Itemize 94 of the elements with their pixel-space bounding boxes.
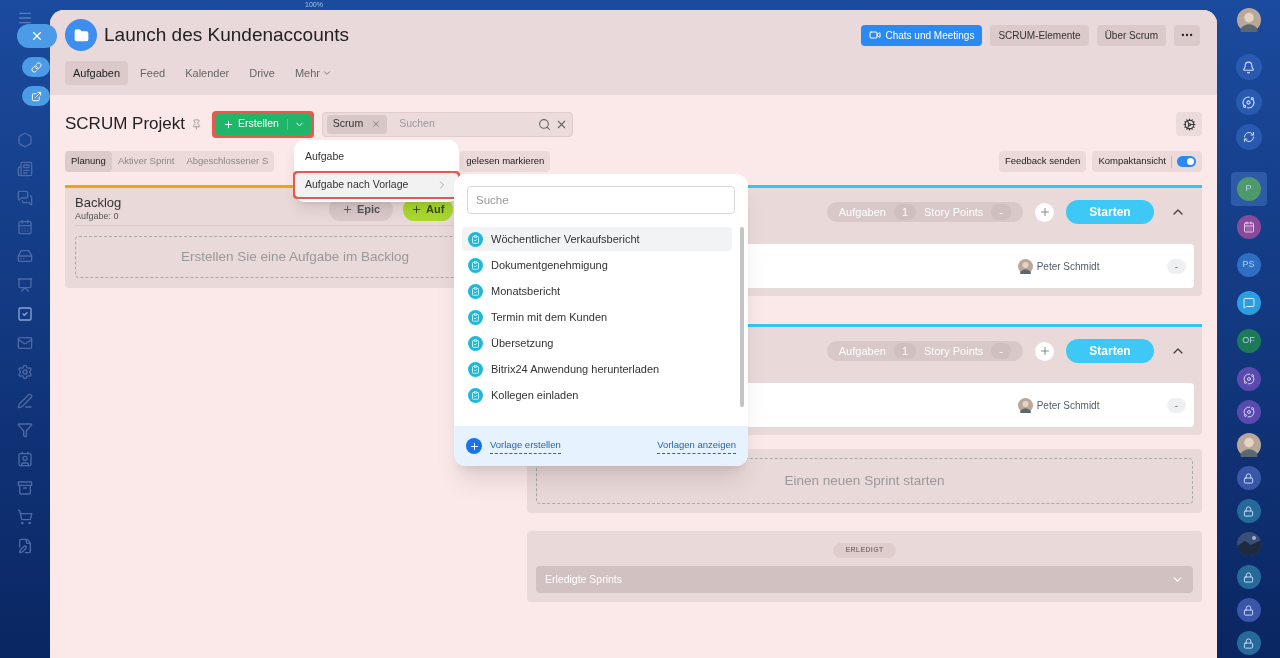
document-icon[interactable] (17, 538, 33, 554)
header-button[interactable]: SCRUM-Elemente (990, 24, 1089, 46)
external-link-icon (30, 90, 42, 102)
add-task-button[interactable] (1035, 341, 1054, 361)
avatar-icon (1017, 258, 1033, 274)
nav-tab[interactable]: Kalender (177, 61, 238, 85)
header-button[interactable]: Über Scrum (1096, 24, 1166, 46)
link-button[interactable] (22, 57, 50, 77)
add-task-button[interactable] (1035, 202, 1054, 222)
nav-tab[interactable]: Drive (241, 61, 283, 85)
template-icon (468, 231, 483, 247)
mark-read-button[interactable]: gelesen markieren (460, 151, 551, 172)
lock-icon[interactable] (1236, 631, 1261, 655)
template-icon (468, 335, 483, 351)
search-field[interactable]: Scrum Suchen (321, 111, 573, 137)
lock-icon[interactable] (1236, 466, 1261, 490)
template-item[interactable]: Termin mit dem Kunden (462, 305, 732, 329)
close-button[interactable] (17, 24, 57, 48)
checkbox-icon[interactable] (17, 306, 33, 322)
settings-button[interactable] (1176, 112, 1202, 136)
newspaper-icon[interactable] (17, 161, 33, 177)
add-template-icon[interactable] (466, 438, 482, 454)
plus-icon (341, 204, 353, 215)
plus-icon (1038, 206, 1051, 218)
nav-tab[interactable]: Aufgaben (65, 61, 129, 85)
filter-tag[interactable]: Scrum (326, 114, 388, 134)
gear-icon (1182, 117, 1196, 131)
plus-icon (1038, 345, 1051, 357)
template-icon (468, 309, 483, 325)
backlog-title: Backlog (75, 195, 122, 210)
plus-icon (222, 118, 234, 130)
settings-icon[interactable] (17, 364, 33, 380)
folder-icon (65, 19, 97, 51)
user-avatar (1236, 433, 1261, 457)
assignee-name: Peter Schmidt (1036, 259, 1101, 274)
create-template-link[interactable]: Vorlage erstellen (490, 438, 561, 454)
template-icon (468, 257, 483, 273)
compact-view-toggle[interactable]: Kompaktansicht (1092, 151, 1202, 172)
initials-avatar[interactable]: OF (1236, 329, 1261, 353)
page-title: SCRUM Projekt (65, 113, 185, 136)
plus-icon (411, 204, 422, 215)
story-points: - (1166, 258, 1186, 274)
project-title: Launch des Kundenaccounts (104, 22, 350, 47)
menu-item[interactable]: Aufgabe nach Vorlage (295, 173, 458, 197)
link-icon (30, 61, 42, 73)
menu-icon[interactable] (17, 10, 33, 26)
cart-icon[interactable] (17, 509, 33, 525)
story-points: - (1166, 397, 1186, 413)
lock-icon[interactable] (1236, 598, 1261, 622)
close-icon (30, 29, 44, 43)
template-icon (468, 283, 483, 299)
stat-value: - (991, 342, 1011, 360)
spiral-icon[interactable] (1235, 89, 1262, 115)
pen-icon[interactable] (17, 393, 33, 409)
user-avatar (1236, 8, 1261, 32)
open-external-button[interactable] (22, 86, 50, 106)
stat-value: - (991, 203, 1011, 221)
avatar-icon (1017, 397, 1033, 413)
filter-icon[interactable] (17, 422, 33, 438)
hexagon-icon[interactable] (17, 132, 33, 148)
lock-icon[interactable] (1236, 499, 1261, 523)
assignee-name: Peter Schmidt (1036, 398, 1101, 413)
video-camera-icon (869, 29, 882, 41)
lock-icon[interactable] (1236, 565, 1261, 589)
calendar-icon[interactable] (1236, 215, 1261, 239)
nav-tab[interactable]: Mehr (286, 61, 340, 85)
more-button[interactable] (1174, 24, 1200, 46)
spiral-icon[interactable] (1236, 367, 1261, 391)
caret-icon (321, 68, 332, 78)
presentation-icon[interactable] (17, 277, 33, 293)
search-icon[interactable] (537, 117, 551, 131)
backlog-count: Aufgabe: 0 (75, 210, 120, 223)
stat-value: 1 (893, 342, 916, 360)
show-templates-link[interactable]: Vorlagen anzeigen (657, 438, 736, 454)
nav-tab[interactable]: Feed (132, 61, 174, 85)
drive-icon[interactable] (17, 248, 33, 264)
mail-icon[interactable] (17, 335, 33, 351)
search-field[interactable]: Suche (467, 186, 735, 214)
remove-tag-icon[interactable] (371, 119, 382, 129)
template-item[interactable]: Wöchentlicher Verkaufsbericht (462, 227, 732, 251)
stat-value: 1 (893, 203, 916, 221)
feedback-button[interactable]: Feedback senden (998, 151, 1087, 172)
view-tab[interactable]: Planung (65, 151, 112, 172)
chat-icon[interactable] (1236, 291, 1261, 315)
template-item[interactable]: Übersetzung (462, 331, 732, 355)
archive-icon[interactable] (17, 480, 33, 496)
contact-card-icon[interactable] (17, 451, 33, 467)
template-icon (468, 387, 483, 403)
pin-icon[interactable] (190, 118, 202, 130)
sync-chat-icon[interactable] (1235, 124, 1262, 150)
template-item[interactable]: Bitrix24 Anwendung herunterladen (462, 357, 732, 381)
bell-icon[interactable] (1235, 54, 1262, 80)
spiral-icon[interactable] (1236, 400, 1261, 424)
template-icon (468, 361, 483, 377)
